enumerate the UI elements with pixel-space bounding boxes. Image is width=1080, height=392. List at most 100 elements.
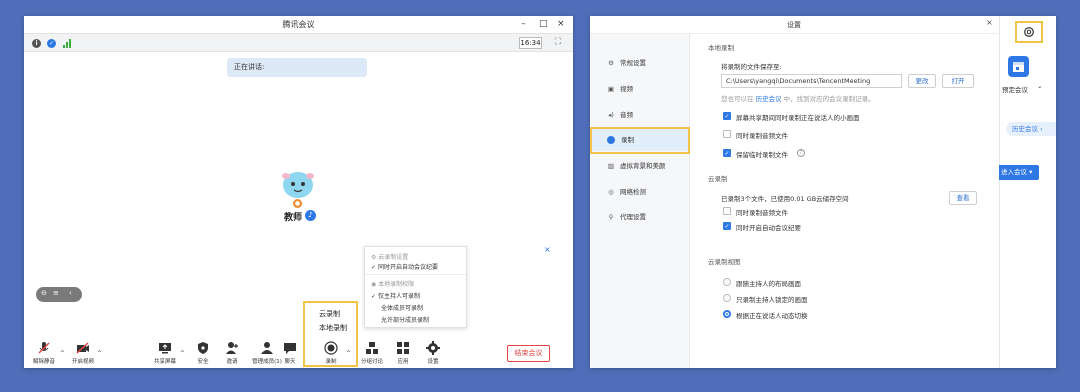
settings-label: 设置 [427,359,439,365]
network-icon: ◎ [608,188,614,196]
keep-temp-label: 保留临时录制文件 [736,151,788,159]
background-icon: ▨ [607,162,615,170]
join-meeting-button[interactable]: 进入会议 ▾ [999,165,1039,180]
chat-label: 聊天 [284,359,296,365]
record-label: 录制 [325,359,337,365]
camera-off-icon [76,342,89,354]
settings-close-button[interactable]: × [986,18,993,27]
manage-members-button[interactable]: 管理成员(1) [250,341,284,365]
save-path-field[interactable]: C:\Users\yangqi\Documents\TencentMeeting [721,74,902,88]
shield-icon[interactable]: ✓ [47,39,56,48]
main-settings-button[interactable] [1015,21,1043,43]
breakout-label: 分组讨论 [360,359,383,365]
dynamic-speaker-radio[interactable] [723,310,731,318]
calendar-icon[interactable] [1008,56,1029,77]
nav-virtual-background[interactable]: ▨ 虚拟背景和美颜 [590,155,690,177]
keep-temp-checkbox[interactable]: ✓ [723,149,731,157]
open-folder-button[interactable]: 打开 [942,74,974,88]
local-record-section-title: 本地录制 [708,44,734,52]
local-record-option[interactable]: 本地录制 [319,323,347,333]
share-screen-icon [159,343,171,354]
cloud-record-section-title: 云录制 [708,175,728,183]
host-locked-radio[interactable] [723,294,731,302]
record-settings-popup: ⚙ 云录制设置 ✓ 同时开启自动会议纪要 ◉ 本地录制权限 ✓ 仅主持人可录制 … [364,246,467,328]
nav-audio[interactable]: ◂) 音频 [590,104,690,126]
record-options-icon[interactable]: ^ [346,350,351,357]
share-options-icon[interactable]: ^ [180,350,185,357]
minimize-button[interactable]: – [521,16,526,33]
cloud-audio-label: 同时录制音频文件 [736,209,788,217]
close-button[interactable]: × [557,16,565,33]
chat-button[interactable]: 聊天 [280,341,300,365]
host-locked-label: 只录制主持人锁定的画面 [736,296,808,304]
security-shield-icon [198,342,208,354]
history-meetings-link[interactable]: 历史会议 [756,95,782,103]
cloud-usage-text: 已录制3个文件，已使用0.01 GB云储存空间 [721,195,849,203]
meeting-window: 腾讯会议 – □ × i ✓ 16:34 ⛶ 正在讲话: ● 教师 ♪ ⊖ ≡ … [24,16,573,368]
history-meetings-button[interactable]: 历史会议 › [1006,122,1056,136]
apps-label: 应用 [397,359,409,365]
share-screen-button[interactable]: 共享屏幕 [148,341,182,365]
cloud-audio-checkbox[interactable] [723,207,731,215]
mic-muted-icon [38,342,50,354]
video-label: 开启视频 [71,359,94,365]
help-icon[interactable]: ? [797,149,805,157]
video-icon: ▣ [607,85,615,93]
close-panel-icon[interactable]: × [544,245,551,254]
nav-proxy[interactable]: ⚲ 代理设置 [590,206,690,228]
list-view-icon[interactable]: ≡ [53,289,59,297]
members-label: 管理成员(1) [252,359,282,365]
record-icon [324,341,338,355]
gear-icon: ⚙ [608,59,614,67]
collapse-icon[interactable]: ‹ [69,289,72,297]
mute-options-icon[interactable]: ^ [60,350,65,357]
nav-network-check[interactable]: ◎ 网络检测 [590,181,690,203]
nav-general[interactable]: ⚙ 常规设置 [590,52,690,74]
end-meeting-button[interactable]: 结束会议 [507,345,550,362]
view-cloud-button[interactable]: 查看 [949,191,977,205]
change-path-button[interactable]: 更改 [908,74,936,88]
local-permission-all[interactable]: 全体成员可录制 [381,303,423,312]
cloud-auto-minutes-option[interactable]: ✓ 同时开启自动会议纪要 [371,262,438,271]
cloud-record-option[interactable]: 云录制 [319,309,340,319]
mute-button[interactable]: 解除静音 [27,341,61,365]
gear-icon [426,341,440,355]
breakout-icon [366,342,378,354]
view-toggle[interactable]: ⊖ ≡ ‹ [36,287,82,302]
apps-button[interactable]: 应用 [386,341,420,365]
local-permission-host-only[interactable]: ✓ 仅主持人可录制 [371,291,420,300]
cloud-minutes-checkbox[interactable]: ✓ [723,222,731,230]
settings-button[interactable]: 设置 [416,341,450,365]
fullscreen-icon[interactable]: ⛶ [555,37,561,47]
invite-label: 邀请 [226,359,238,365]
local-permission-some[interactable]: 允许部分成员录制 [381,315,429,324]
settings-sidebar: ⚙ 常规设置 ▣ 视频 ◂) 音频 录制 ▨ 虚拟背景和美颜 ◎ 网络检测 ⚲ 代理设置 [590,34,690,368]
video-button[interactable]: 开启视频 [66,341,100,365]
local-audio-checkbox[interactable] [723,130,731,138]
dynamic-speaker-label: 根据正在说话人动态切换 [736,312,808,320]
host-badge-icon: ● [293,199,302,208]
members-icon [261,342,273,354]
invite-icon [226,342,238,354]
video-options-icon[interactable]: ^ [97,350,102,357]
participant-name: 教师 [284,213,303,223]
maximize-button[interactable]: □ [539,16,548,33]
schedule-meeting-label[interactable]: 预定会议 [1002,84,1028,94]
nav-record-highlight [590,127,690,154]
breakout-button[interactable]: 分组讨论 [355,341,389,365]
info-icon[interactable]: i [32,39,41,48]
local-permission-header: ◉ 本地录制权限 [371,281,415,288]
signal-icon[interactable] [63,39,73,48]
record-button[interactable]: 录制 [314,341,348,365]
nav-video[interactable]: ▣ 视频 [590,78,690,100]
mic-status-icon: ♪ [305,210,316,221]
follow-host-radio[interactable] [723,278,731,286]
meeting-status-bar: i ✓ 16:34 ⛶ [24,33,573,52]
cloud-view-section-title: 云录制视图 [708,258,741,266]
schedule-caret-icon[interactable]: ⌄ [1037,82,1042,90]
invite-button[interactable]: 邀请 [215,341,249,365]
small-speaker-checkbox[interactable]: ✓ [723,112,731,120]
small-speaker-label: 屏幕共享期间同时录制正在说话人的小画面 [736,114,860,122]
grid-view-icon[interactable]: ⊖ [41,289,47,297]
gear-icon [1024,27,1034,37]
